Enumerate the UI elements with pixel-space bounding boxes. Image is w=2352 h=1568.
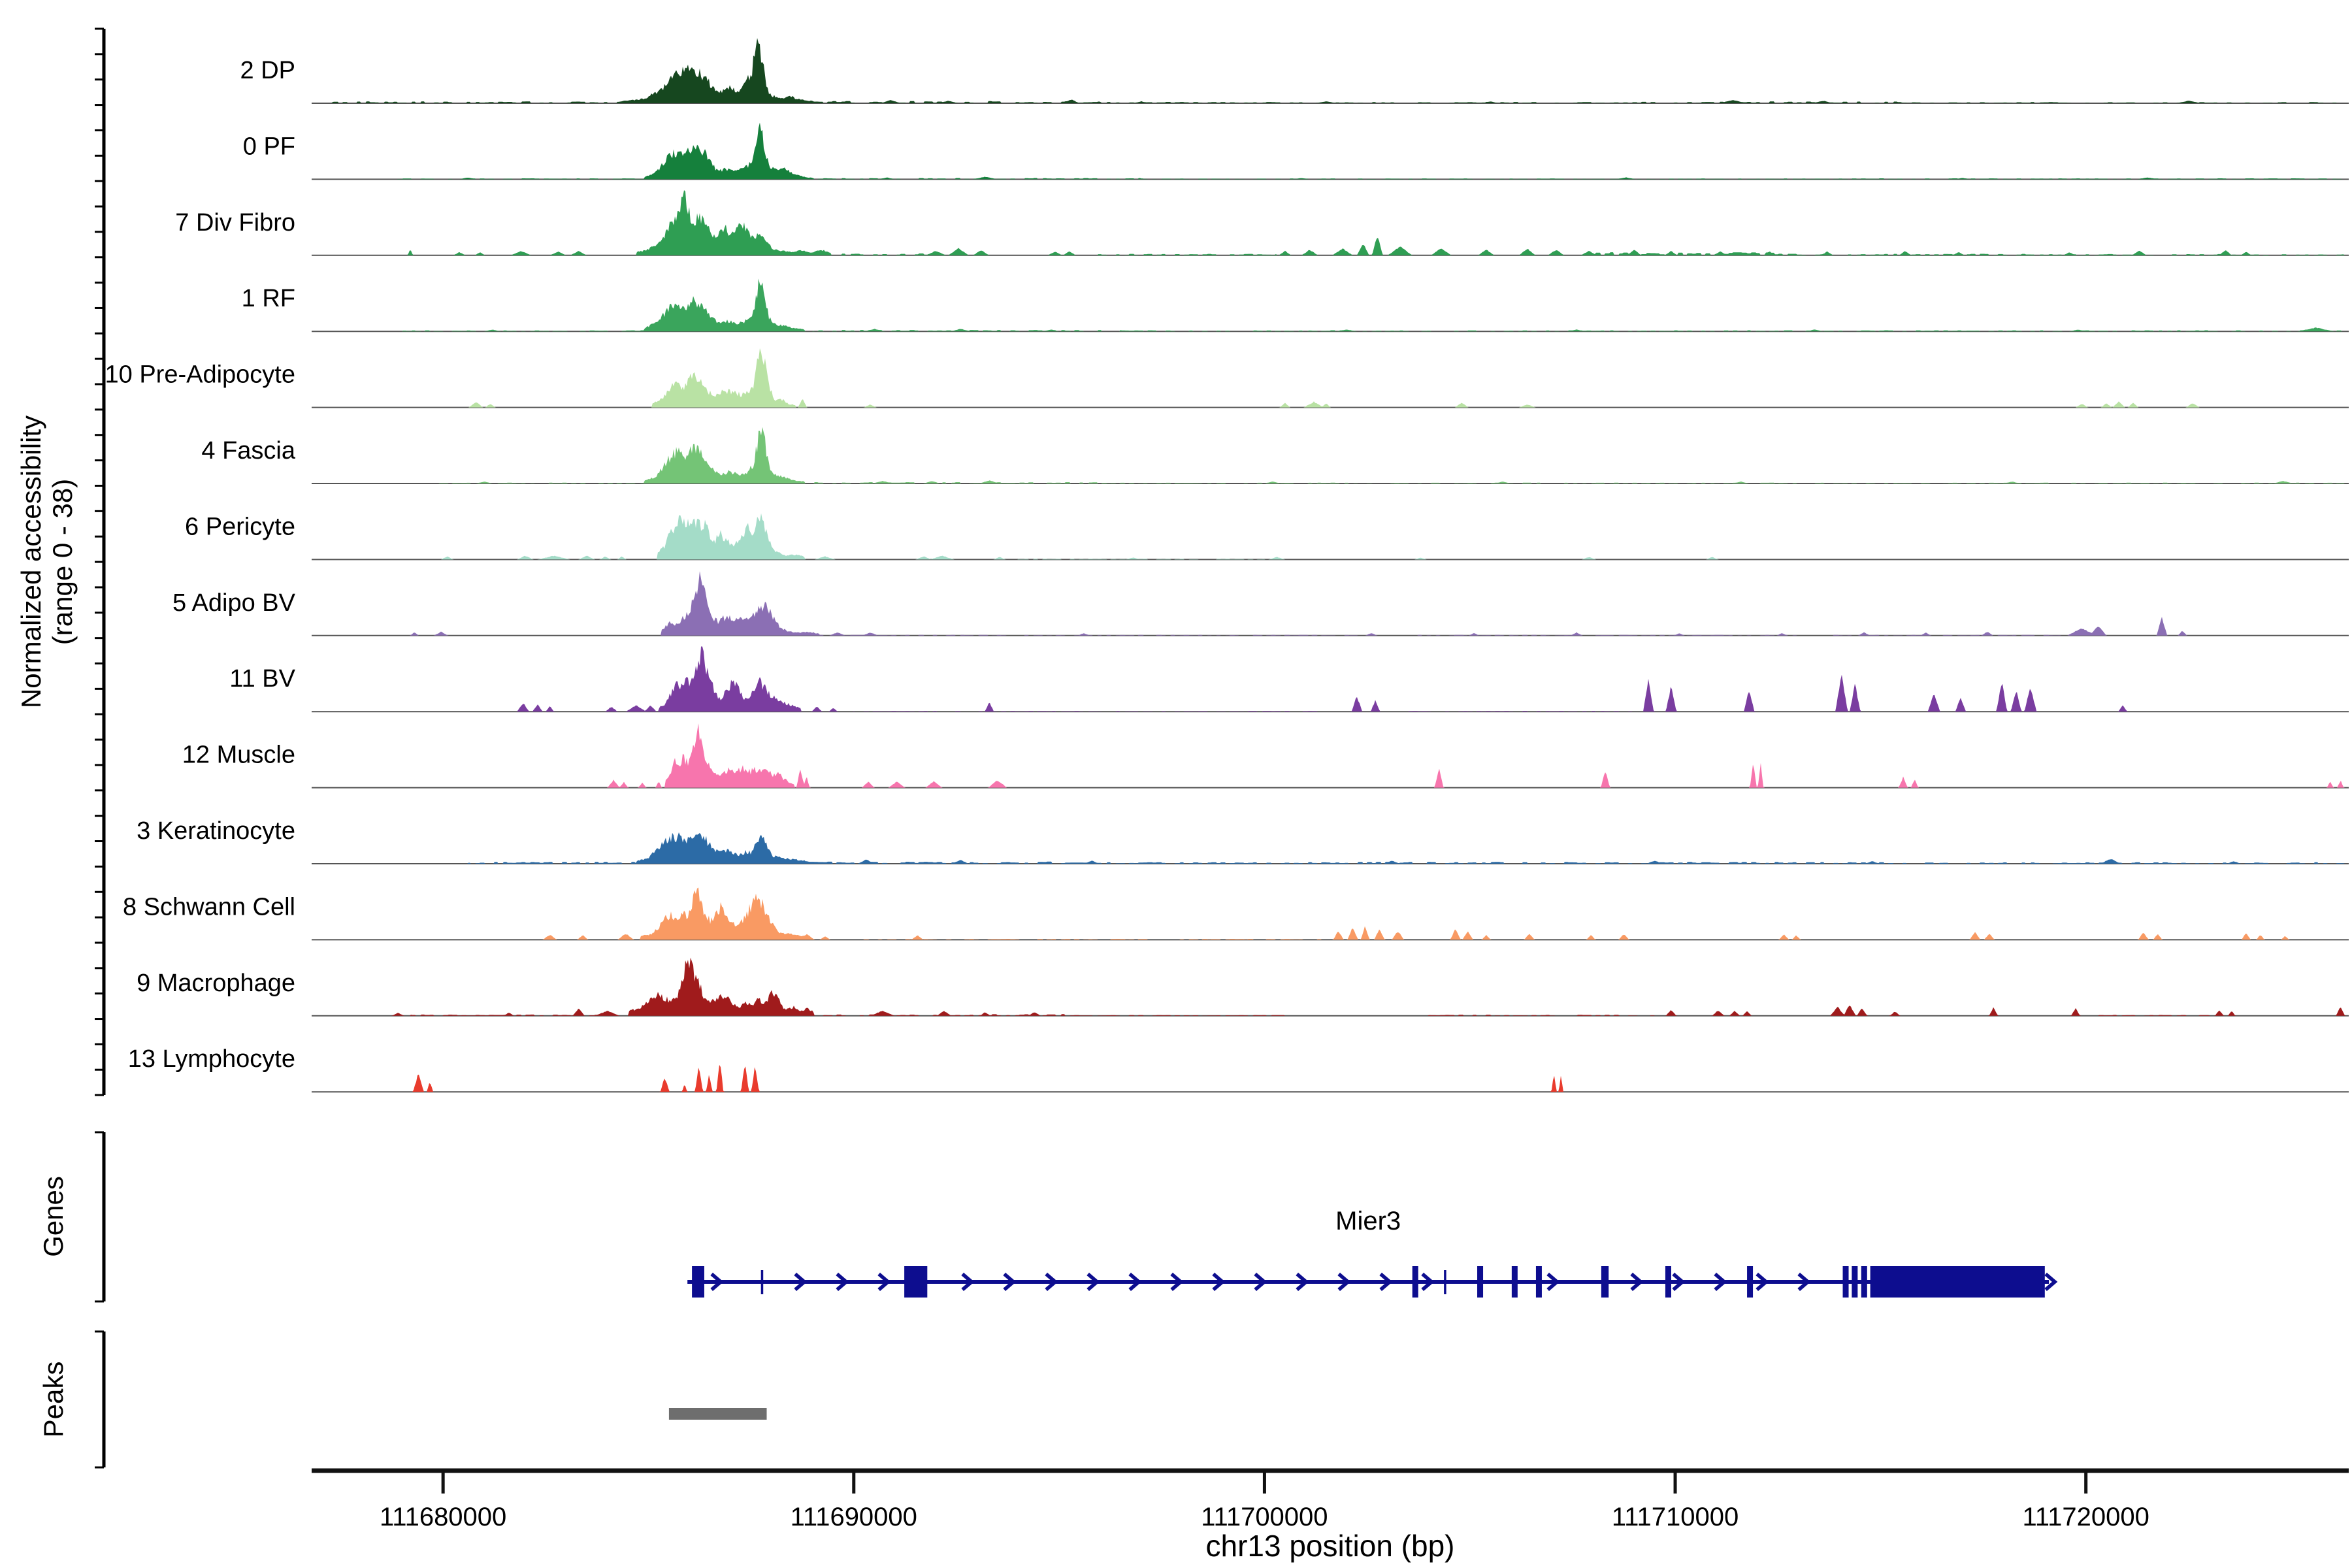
- track-label: 3 Keratinocyte: [137, 817, 295, 845]
- track-label: 4 Fascia: [201, 437, 295, 465]
- track-signal: [312, 190, 2349, 255]
- accessibility-tracks: 2 DP 0 PF 7 Div Fibro 1 RF 10 Pre-Adipocyte 4…: [105, 38, 2349, 1092]
- track-10-pre-adipocyte: 10 Pre-Adipocyte: [105, 348, 2349, 408]
- gene-exon: [1477, 1266, 1483, 1298]
- y-axis-label-line1: Normalized accessibility: [16, 416, 46, 708]
- x-axis-tick-label: 111720000: [2023, 1503, 2149, 1531]
- track-8-schwann-cell: 8 Schwann Cell: [123, 887, 2349, 939]
- gene-name-label: Mier3: [1335, 1207, 1401, 1235]
- track-7-div-fibro: 7 Div Fibro: [175, 190, 2349, 255]
- gene-exon: [1536, 1266, 1542, 1298]
- track-label: 10 Pre-Adipocyte: [105, 361, 296, 389]
- track-1-rf: 1 RF: [242, 278, 2349, 331]
- track-label: 2 DP: [240, 57, 295, 84]
- axis-brackets: [95, 29, 104, 1467]
- track-2-dp: 2 DP: [240, 38, 2349, 103]
- track-signal: [312, 723, 2349, 788]
- track-label: 7 Div Fibro: [175, 209, 295, 237]
- track-0-pf: 0 PF: [243, 123, 2349, 180]
- peaks-track: [669, 1408, 767, 1420]
- track-13-lymphocyte: 13 Lymphocyte: [128, 1045, 2349, 1092]
- track-label: 8 Schwann Cell: [123, 893, 295, 921]
- track-label: 11 BV: [229, 665, 295, 693]
- gene-exon: [1665, 1266, 1671, 1298]
- gene-exon: [1843, 1266, 1849, 1298]
- gene-exon: [1861, 1266, 1867, 1298]
- gene-exon: [1601, 1266, 1609, 1298]
- genome-browser-figure: 2 DP 0 PF 7 Div Fibro 1 RF 10 Pre-Adipocyte 4…: [0, 0, 2352, 1568]
- genes-track: Mier3: [687, 1207, 2055, 1298]
- track-signal: [312, 123, 2349, 180]
- track-signal: [312, 1065, 2349, 1092]
- gene-exon: [1512, 1266, 1518, 1298]
- track-signal: [312, 887, 2349, 939]
- x-axis-tick-label: 111680000: [380, 1503, 506, 1531]
- gene-exon: [761, 1270, 764, 1294]
- x-axis: 111680000 111690000 111700000 111710000 1117…: [312, 1471, 2349, 1531]
- track-signal: [312, 427, 2349, 483]
- figure-canvas: 2 DP 0 PF 7 Div Fibro 1 RF 10 Pre-Adipocyte 4…: [0, 0, 2352, 1568]
- x-axis-tick-label: 111690000: [791, 1503, 917, 1531]
- track-3-keratinocyte: 3 Keratinocyte: [137, 817, 2349, 864]
- gene-mier3: Mier3: [687, 1207, 2055, 1298]
- track-signal: [312, 38, 2349, 103]
- track-signal: [312, 278, 2349, 331]
- track-label: 6 Pericyte: [185, 513, 295, 540]
- track-9-macrophage: 9 Macrophage: [137, 958, 2349, 1016]
- track-label: 1 RF: [242, 285, 295, 312]
- track-label: 0 PF: [243, 133, 295, 160]
- peak-interval-bar: [669, 1408, 767, 1420]
- track-5-adipo-bv: 5 Adipo BV: [172, 571, 2349, 636]
- gene-exon: [1852, 1266, 1857, 1298]
- track-label: 13 Lymphocyte: [128, 1045, 295, 1073]
- x-axis-tick-label: 111700000: [1201, 1503, 1328, 1531]
- track-signal: [312, 832, 2349, 864]
- gene-exon: [692, 1266, 704, 1298]
- track-4-fascia: 4 Fascia: [201, 427, 2349, 483]
- gene-exon: [904, 1266, 927, 1298]
- track-label: 5 Adipo BV: [172, 589, 296, 617]
- track-label: 9 Macrophage: [137, 970, 295, 997]
- track-signal: [312, 348, 2349, 408]
- track-6-pericyte: 6 Pericyte: [185, 513, 2349, 559]
- track-signal: [312, 647, 2349, 712]
- x-axis-tick-label: 111710000: [1612, 1503, 1739, 1531]
- genes-section-label: Genes: [38, 1176, 69, 1257]
- track-12-muscle: 12 Muscle: [182, 723, 2349, 788]
- peaks-section-label: Peaks: [38, 1362, 69, 1438]
- y-axis-label-line2: (range 0 - 38): [47, 479, 78, 645]
- tracks-bracket: [95, 29, 104, 1095]
- track-signal: [312, 958, 2349, 1016]
- genes-bracket: [95, 1132, 104, 1301]
- x-axis-title: chr13 position (bp): [1206, 1529, 1455, 1563]
- track-signal: [312, 571, 2349, 636]
- gene-exon: [1870, 1266, 2045, 1298]
- peaks-bracket: [95, 1331, 104, 1467]
- gene-exon: [1747, 1266, 1753, 1298]
- gene-exon: [1444, 1270, 1446, 1294]
- track-signal: [312, 514, 2349, 560]
- track-label: 12 Muscle: [182, 742, 295, 769]
- track-11-bv: 11 BV: [229, 647, 2349, 712]
- gene-exon: [1413, 1266, 1418, 1298]
